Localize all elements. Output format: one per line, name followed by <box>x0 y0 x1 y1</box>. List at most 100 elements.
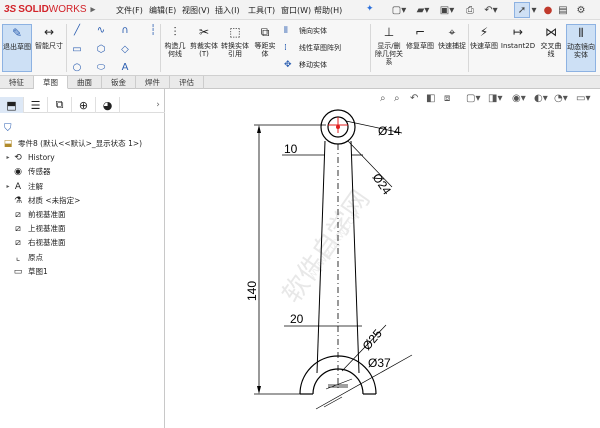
rapid-sketch-button[interactable]: ⚡ 快速草图 <box>470 24 498 72</box>
text-icon[interactable]: A <box>118 62 132 74</box>
display-style-icon[interactable]: ◨▾ <box>488 93 502 104</box>
zoom-area-icon[interactable]: ⌕ <box>394 93 400 104</box>
dim-140-text[interactable]: 140 <box>245 281 259 301</box>
new-document-icon[interactable]: ▢▾ <box>388 2 410 18</box>
menu-insert[interactable]: 插入(I) <box>215 5 248 16</box>
menu-view[interactable]: 视图(V) <box>182 5 215 16</box>
dim-10-text[interactable]: 10 <box>284 142 298 156</box>
configuration-manager-tab-icon[interactable]: ⧉ <box>48 97 72 113</box>
tree-root-part[interactable]: ⬓ 零件8 (默认<<默认>_显示状态 1>) <box>0 137 165 151</box>
quick-snaps-button[interactable]: ⌖ 快速捕捉 <box>438 24 466 72</box>
manager-tabs: ⬒ ☰ ⧉ ⊕ ◕ › <box>0 97 165 113</box>
file-properties-icon[interactable]: ▤ <box>556 2 570 18</box>
smart-dimension-button[interactable]: ↔ 智能尺寸 <box>34 24 64 72</box>
dim-d14-text[interactable]: Ø14 <box>378 124 401 138</box>
display-delete-relations-button[interactable]: ⊥ 显示/删除几何关系 <box>374 24 404 74</box>
select-dropdown-icon[interactable]: ▾ <box>530 2 538 18</box>
edit-appearance-icon[interactable]: ◐▾ <box>534 93 548 104</box>
save-icon[interactable]: ▣▾ <box>436 2 458 18</box>
expand-arrow-icon[interactable]: ▸ <box>4 180 12 194</box>
dim-d24-text[interactable]: Ø24 <box>370 171 395 198</box>
view-settings-icon[interactable]: ▭▾ <box>576 93 590 104</box>
dynamic-annotation-icon[interactable]: ⧈ <box>444 93 450 104</box>
plane-icon[interactable]: ◇ <box>118 44 132 56</box>
tree-item-sketch1[interactable]: ▭ 草图1 <box>0 265 165 279</box>
zoom-to-fit-icon[interactable]: ⌕ <box>380 93 386 104</box>
dynamic-mirror-icon: ⫴ <box>578 26 584 40</box>
menu-tools[interactable]: 工具(T) <box>248 5 281 16</box>
tree-item-sensors[interactable]: ◉ 传感器 <box>0 165 165 179</box>
trim-entities-button[interactable]: ✂ 剪裁实体(T) <box>190 24 218 72</box>
open-icon[interactable]: ▰▾ <box>412 2 434 18</box>
origin-icon: ⌞ <box>15 252 21 263</box>
dim-d37-text[interactable]: Ø37 <box>368 356 391 370</box>
plane-icon: ⧄ <box>15 238 21 249</box>
tree-item-annotations[interactable]: ▸ A 注解 <box>0 180 165 194</box>
exit-sketch-button[interactable]: ✎ 退出草图 <box>2 24 32 72</box>
circle-icon[interactable]: ○ <box>70 62 84 74</box>
apply-scene-icon[interactable]: ◔▾ <box>554 93 568 104</box>
dimxpert-manager-tab-icon[interactable]: ⊕ <box>72 97 96 113</box>
tab-surfaces[interactable]: 曲面 <box>68 76 102 89</box>
menu-window[interactable]: 窗口(W) <box>281 5 314 16</box>
polygon-icon[interactable]: ⬡ <box>94 44 108 56</box>
instant2d-button[interactable]: ↦ Instant2D <box>500 24 536 72</box>
centerline-icon[interactable]: ┆ <box>146 25 160 37</box>
print-icon[interactable]: ⎙ <box>462 2 478 18</box>
offset-entities-button[interactable]: ⧉ 等距实体 <box>252 24 278 72</box>
exit-sketch-icon: ✎ <box>11 26 23 40</box>
view-orientation-icon[interactable]: ▢▾ <box>466 93 480 104</box>
tree-item-label: History <box>28 153 55 163</box>
feature-manager-tab-icon[interactable]: ⬒ <box>0 97 24 113</box>
menu-help[interactable]: 帮助(H) <box>314 5 347 16</box>
tree-item-right-plane[interactable]: ⧄ 右视基准面 <box>0 236 165 250</box>
filter-icon[interactable]: ⛉ <box>4 123 12 134</box>
logo-arrow-icon[interactable]: ▸ <box>91 4 96 15</box>
section-view-icon[interactable]: ◧ <box>426 93 435 104</box>
undo-icon[interactable]: ↶▾ <box>480 2 502 18</box>
pin-icon[interactable]: ✦ <box>366 4 374 14</box>
menu-file[interactable]: 文件(F) <box>116 5 149 16</box>
tab-sheet-metal[interactable]: 钣金 <box>102 76 136 89</box>
shank-right-line[interactable] <box>350 140 360 374</box>
ellipse-icon[interactable]: ⬭ <box>94 62 108 74</box>
tree-item-top-plane[interactable]: ⧄ 上视基准面 <box>0 222 165 236</box>
mirror-entities-button[interactable]: ⫴ 镜向实体 <box>284 26 327 36</box>
sketch-fillet-icon[interactable]: ∩ <box>118 25 132 37</box>
tab-features[interactable]: 特征 <box>0 76 34 89</box>
line-icon[interactable]: ╱ <box>70 25 84 37</box>
solidworks-logo[interactable]: 3S SOLID WORKS ▸ <box>4 4 95 15</box>
menu-edit[interactable]: 编辑(E) <box>149 5 182 16</box>
spline-icon[interactable]: ∿ <box>94 25 108 37</box>
options-gear-icon[interactable]: ⚙ <box>574 2 588 18</box>
intersection-curve-button[interactable]: ⋈ 交叉曲线 <box>538 24 564 72</box>
linear-pattern-button[interactable]: ⁞ 线性草图阵列 <box>284 43 341 53</box>
display-manager-tab-icon[interactable]: ◕ <box>96 97 120 113</box>
more-tabs-icon[interactable]: › <box>151 97 165 113</box>
tab-evaluate[interactable]: 评估 <box>170 76 204 89</box>
rectangle-icon[interactable]: ▭ <box>70 44 84 56</box>
tree-item-history[interactable]: ▸ ⟲ History <box>0 151 165 165</box>
smart-dimension-label: 智能尺寸 <box>35 42 63 50</box>
tab-weldments[interactable]: 焊件 <box>136 76 170 89</box>
convert-entities-button[interactable]: ⬚ 转换实体引用 <box>220 24 250 72</box>
move-entities-button[interactable]: ✥ 移动实体 <box>284 60 327 70</box>
construction-geometry-button[interactable]: ⫶ 构造几何线 <box>162 24 188 72</box>
expand-arrow-icon[interactable]: ▸ <box>4 151 12 165</box>
graphics-area[interactable]: ⌕ ⌕ ↶ ◧ ⧈ ▢▾ ◨▾ ◉▾ ◐▾ ◔▾ ▭▾ 软件自学网 WWW.RJ… <box>166 89 600 428</box>
construction-line <box>323 396 343 408</box>
tree-item-material[interactable]: ⚗ 材质 <未指定> <box>0 194 165 208</box>
repair-sketch-button[interactable]: ⌐ 修复草图 <box>406 24 434 72</box>
tree-item-origin[interactable]: ⌞ 原点 <box>0 251 165 265</box>
rebuild-icon[interactable]: ● <box>542 2 554 18</box>
hide-show-items-icon[interactable]: ◉▾ <box>512 93 526 104</box>
brand-works: WORKS <box>48 4 87 15</box>
relations-icon: ⊥ <box>383 25 395 39</box>
previous-view-icon[interactable]: ↶ <box>410 93 418 104</box>
tree-item-front-plane[interactable]: ⧄ 前视基准面 <box>0 208 165 222</box>
property-manager-tab-icon[interactable]: ☰ <box>24 97 48 113</box>
select-pointer-icon[interactable]: ➚ <box>514 2 530 18</box>
dim-20-text[interactable]: 20 <box>290 312 304 326</box>
dynamic-mirror-button[interactable]: ⫴ 动态镜向实体 <box>566 24 596 72</box>
tab-sketch[interactable]: 草图 <box>34 76 68 89</box>
